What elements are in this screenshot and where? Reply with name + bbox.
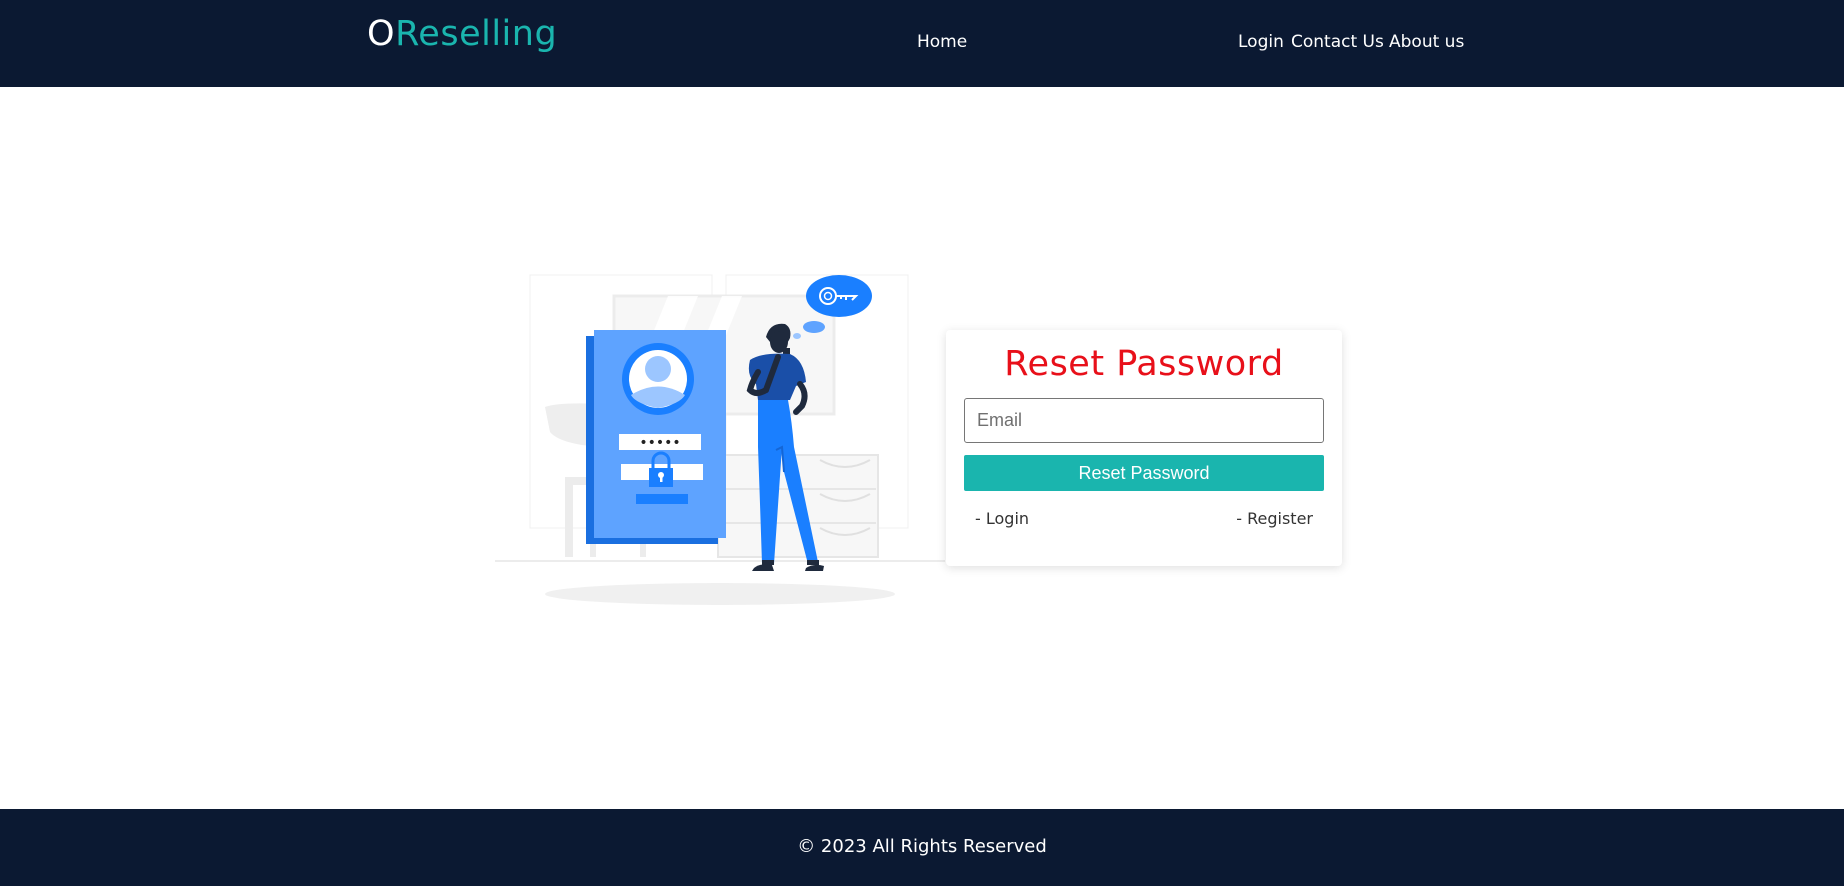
main-content: ••••• Reset Password Email Reset Passwor… <box>0 87 1844 809</box>
brand-logo[interactable]: OReselling <box>367 14 557 54</box>
nav-link-about-us[interactable]: About us <box>1389 32 1464 52</box>
reset-password-title: Reset Password <box>1004 344 1284 384</box>
password-mask-text: ••••• <box>639 435 680 451</box>
nav-link-login[interactable]: Login <box>1238 32 1284 52</box>
brand-logo-first-letter: O <box>367 14 396 54</box>
footer: © 2023 All Rights Reserved <box>0 809 1844 886</box>
login-link[interactable]: - Login <box>975 509 1029 528</box>
register-link[interactable]: - Register <box>1236 509 1313 528</box>
reset-password-card: Reset Password Reset Password - Login - … <box>946 330 1342 566</box>
nav-link-home[interactable]: Home <box>917 32 967 52</box>
nav-link-contact-us[interactable]: Contact Us <box>1291 32 1384 52</box>
copyright-text: © 2023 All Rights Reserved <box>797 836 1047 857</box>
navbar: OReselling Home Login Contact Us About u… <box>0 0 1844 87</box>
login-card-graphic: ••••• <box>586 330 726 544</box>
forgot-password-illustration: ••••• <box>495 274 945 605</box>
reset-password-button[interactable]: Reset Password <box>964 455 1324 491</box>
brand-logo-name: Reselling <box>395 14 558 54</box>
email-input[interactable] <box>964 398 1324 443</box>
